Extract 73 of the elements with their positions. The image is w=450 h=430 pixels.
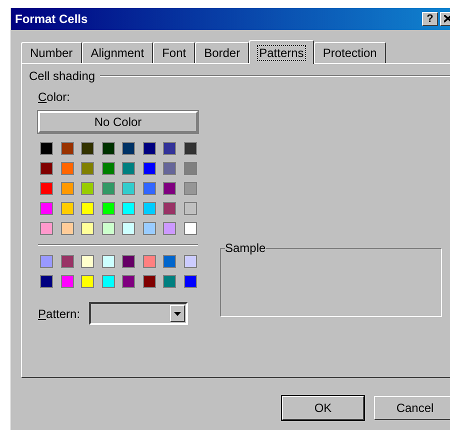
color-swatch[interactable] — [184, 222, 196, 235]
color-swatch[interactable] — [102, 255, 114, 268]
color-swatch[interactable] — [142, 202, 156, 215]
color-swatch[interactable] — [60, 255, 74, 268]
window-title: Format Cells — [15, 12, 88, 26]
color-swatch[interactable] — [102, 162, 114, 175]
tab[interactable]: Alignment — [82, 42, 154, 63]
color-swatch[interactable] — [142, 275, 156, 288]
color-swatch[interactable] — [40, 255, 53, 268]
color-swatch[interactable] — [102, 202, 114, 215]
color-swatch[interactable] — [60, 275, 74, 288]
color-swatch[interactable] — [60, 222, 74, 235]
pattern-label: Pattern: — [38, 306, 80, 320]
cancel-button[interactable]: Cancel — [374, 396, 450, 420]
color-swatch[interactable] — [163, 142, 176, 155]
color-swatch[interactable] — [122, 275, 135, 288]
color-swatch[interactable] — [163, 275, 176, 288]
color-swatch[interactable] — [163, 222, 176, 235]
ok-button[interactable]: OK — [282, 396, 364, 420]
color-swatch[interactable] — [163, 255, 176, 268]
color-label: Color: — [38, 90, 72, 104]
color-swatch[interactable] — [81, 182, 94, 195]
color-swatch[interactable] — [163, 202, 176, 215]
color-swatch[interactable] — [102, 275, 114, 288]
color-swatch[interactable] — [142, 222, 156, 235]
color-swatch[interactable] — [60, 162, 74, 175]
pattern-dropdown[interactable] — [89, 302, 188, 325]
color-swatch[interactable] — [122, 202, 135, 215]
color-swatch[interactable] — [40, 142, 53, 155]
color-swatch[interactable] — [184, 142, 196, 155]
color-swatch[interactable] — [81, 162, 94, 175]
tab[interactable]: Border — [195, 42, 250, 63]
sample-title: Sample — [225, 241, 266, 255]
color-swatch[interactable] — [60, 202, 74, 215]
color-swatch[interactable] — [122, 222, 135, 235]
color-swatch[interactable] — [40, 202, 53, 215]
no-color-button[interactable]: No Color — [38, 111, 198, 133]
color-swatch[interactable] — [122, 255, 135, 268]
color-swatch[interactable] — [184, 202, 196, 215]
color-swatch[interactable] — [163, 162, 176, 175]
color-swatch[interactable] — [40, 275, 53, 288]
color-swatch[interactable] — [60, 142, 74, 155]
color-swatch[interactable] — [81, 275, 94, 288]
color-swatch[interactable] — [40, 182, 53, 195]
color-swatch[interactable] — [184, 275, 196, 288]
group-title: Cell shading — [29, 69, 96, 83]
color-swatch[interactable] — [122, 162, 135, 175]
color-swatch[interactable] — [122, 142, 135, 155]
tab[interactable]: Patterns — [249, 40, 314, 64]
color-swatch[interactable] — [102, 182, 114, 195]
color-swatch[interactable] — [163, 182, 176, 195]
help-button[interactable]: ? — [422, 12, 438, 26]
color-swatch[interactable] — [142, 162, 156, 175]
color-swatch[interactable] — [102, 142, 114, 155]
tab[interactable]: Font — [153, 42, 196, 63]
color-swatch[interactable] — [40, 222, 53, 235]
color-swatch[interactable] — [142, 255, 156, 268]
color-swatch[interactable] — [60, 182, 74, 195]
color-swatch[interactable] — [81, 142, 94, 155]
color-swatch[interactable] — [40, 162, 53, 175]
color-swatch[interactable] — [81, 202, 94, 215]
color-swatch[interactable] — [184, 255, 196, 268]
color-swatch[interactable] — [142, 142, 156, 155]
tab[interactable]: Protection — [314, 42, 386, 63]
color-swatch[interactable] — [102, 222, 114, 235]
tab[interactable]: Number — [21, 42, 82, 63]
color-swatch[interactable] — [122, 182, 135, 195]
color-swatch[interactable] — [142, 182, 156, 195]
color-swatch[interactable] — [81, 222, 94, 235]
color-swatch[interactable] — [184, 182, 196, 195]
color-swatch[interactable] — [81, 255, 94, 268]
color-swatch[interactable] — [184, 162, 196, 175]
close-icon — [444, 15, 450, 23]
